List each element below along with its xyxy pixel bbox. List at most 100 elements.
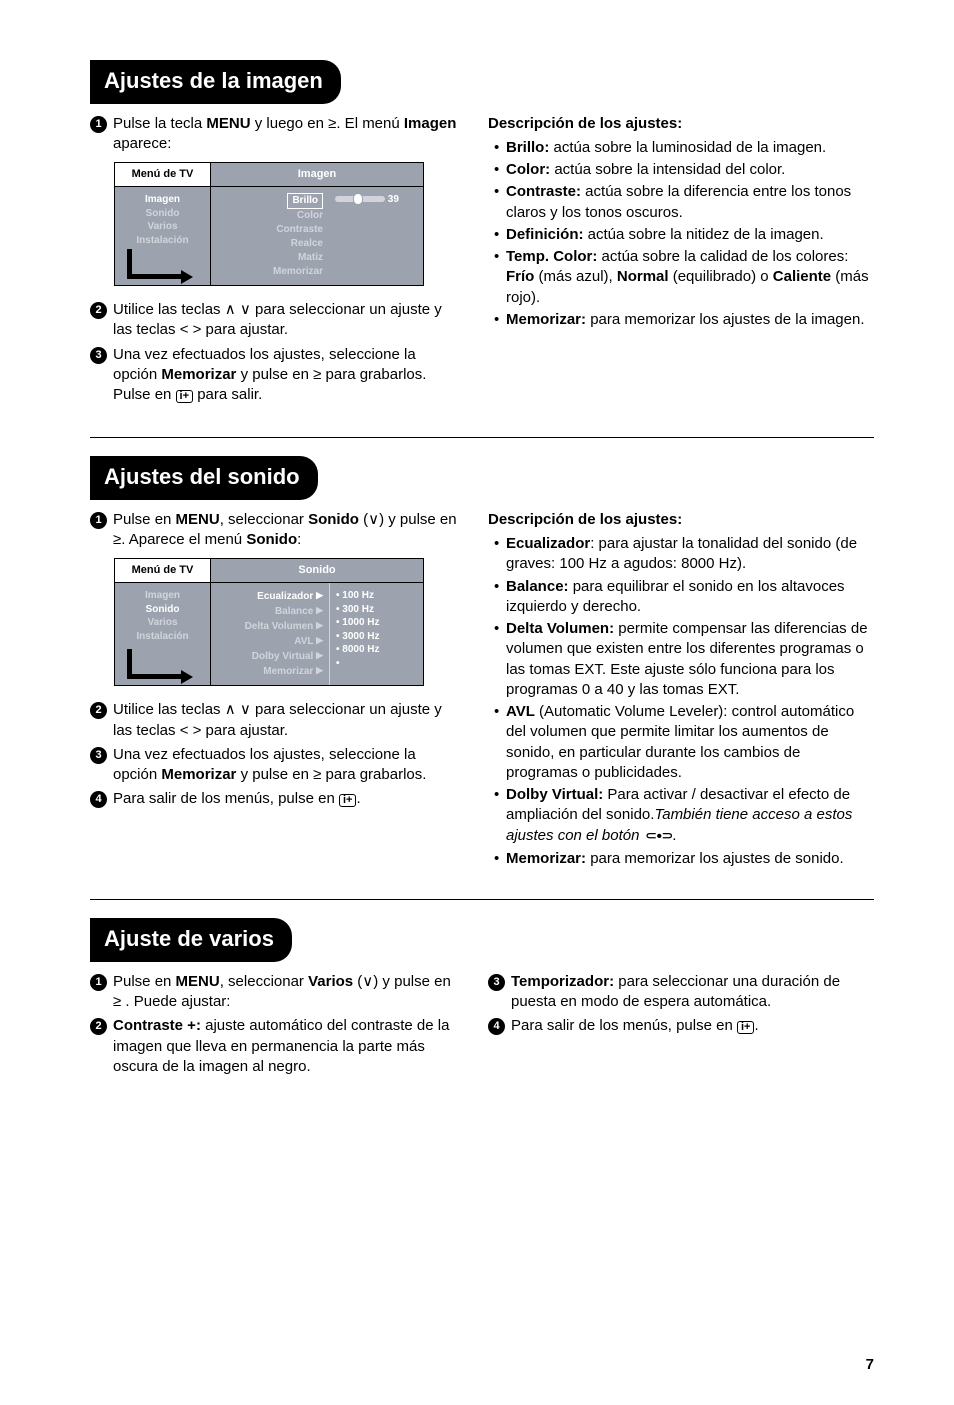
osd-head-left: Menú de TV [115, 559, 211, 582]
desc-heading: Descripción de los ajustes: [488, 114, 874, 134]
osd-item: Memorizar [263, 666, 313, 677]
text: . [754, 1017, 758, 1034]
list-item: Balance: para equilibrar el sonido en lo… [506, 577, 874, 618]
step-number-1: 1 [90, 512, 107, 529]
osd-value: 3000 Hz [342, 631, 379, 642]
osd-value: 39 [388, 194, 399, 205]
osd-left-col: Imagen Sonido Varios Instalación [115, 187, 211, 285]
section-title-sonido: Ajustes del sonido [90, 456, 318, 500]
text: Utilice las teclas ∧ ∨ para seleccionar … [113, 300, 460, 341]
step-number-2: 2 [90, 1018, 107, 1035]
text: Pulse en [113, 973, 176, 990]
text: , seleccionar [220, 973, 308, 990]
osd-right-labels: Ecualizador ▶ Balance ▶ Delta Volumen ▶ … [211, 583, 329, 685]
sonido-label: Sonido [246, 531, 297, 548]
text: aparece: [113, 135, 171, 152]
page-number: 7 [866, 1355, 874, 1375]
varios-step-4: 4 Para salir de los menús, pulse en i+. [488, 1016, 874, 1036]
osd-head-left: Menú de TV [115, 163, 211, 186]
osd-value: 1000 Hz [342, 617, 379, 628]
divider [90, 899, 874, 900]
step-number-3: 3 [488, 974, 505, 991]
text: , seleccionar [220, 511, 308, 528]
iplus-icon: i+ [737, 1021, 754, 1034]
memorizar-label: Memorizar [161, 366, 236, 383]
list-item: AVL (Automatic Volume Leveler): control … [506, 702, 874, 783]
text: . [356, 790, 360, 807]
osd-right-labels: Brillo Color Contraste Realce Matiz Memo… [211, 187, 329, 285]
osd-value: 300 Hz [342, 604, 374, 615]
osd-item: Ecualizador [257, 591, 313, 602]
imagen-step-1: 1 Pulse la tecla MENU y luego en ≥. El m… [90, 114, 460, 155]
section-title-imagen: Ajustes de la imagen [90, 60, 341, 104]
text: Para salir de los menús, pulse en [113, 790, 339, 807]
list-item: Dolby Virtual: Para activar / desactivar… [506, 785, 874, 847]
osd-value: 8000 Hz [342, 644, 379, 655]
text: y pulse en ≥ para grabarlos. [236, 766, 426, 783]
osd-left-col: Imagen Sonido Varios Instalación [115, 583, 211, 685]
sonido-step-1: 1 Pulse en MENU, seleccionar Sonido (∨) … [90, 510, 460, 551]
section-title-varios: Ajuste de varios [90, 918, 292, 962]
step-number-4: 4 [488, 1018, 505, 1035]
step-number-3: 3 [90, 347, 107, 364]
list-item: Memorizar: para memorizar los ajustes de… [506, 849, 874, 869]
step-number-2: 2 [90, 702, 107, 719]
desc-list: Ecualizador: para ajustar la tonalidad d… [488, 534, 874, 869]
text: Pulse la tecla [113, 115, 206, 132]
iplus-icon: i+ [176, 390, 193, 403]
menu-label: MENU [206, 115, 250, 132]
text: y luego en ≥. El menú [251, 115, 404, 132]
osd-head-right: Imagen [211, 163, 423, 186]
list-item: Temp. Color: actúa sobre la calidad de l… [506, 247, 874, 308]
varios-step-3: 3 Temporizador: para seleccionar una dur… [488, 972, 874, 1013]
osd-item: Brillo [287, 193, 323, 209]
step-number-4: 4 [90, 791, 107, 808]
osd-item: Sonido [121, 603, 204, 617]
step-number-1: 1 [90, 116, 107, 133]
osd-imagen: Menú de TV Imagen Imagen Sonido Varios I… [114, 162, 424, 286]
osd-item: Contraste [217, 223, 323, 237]
osd-item: Imagen [121, 589, 204, 603]
sonido-step-4: 4 Para salir de los menús, pulse en i+. [90, 789, 460, 809]
sonido-step-2: 2 Utilice las teclas ∧ ∨ para selecciona… [90, 700, 460, 741]
surround-icon: ⸦•⸧ [644, 827, 673, 847]
contraste-label: Contraste +: [113, 1017, 201, 1034]
osd-right-values: 39 [329, 187, 423, 285]
list-item: Ecualizador: para ajustar la tonalidad d… [506, 534, 874, 575]
arrow-icon [127, 249, 183, 279]
osd-sonido: Menú de TV Sonido Imagen Sonido Varios I… [114, 558, 424, 686]
sonido-step-3: 3 Una vez efectuados los ajustes, selecc… [90, 745, 460, 786]
list-item: Memorizar: para memorizar los ajustes de… [506, 310, 874, 330]
menu-label: MENU [176, 511, 220, 528]
osd-item: Color [217, 209, 323, 223]
osd-item: Sonido [121, 207, 204, 221]
list-item: Definición: actúa sobre la nitidez de la… [506, 225, 874, 245]
osd-item: Varios [121, 220, 204, 234]
sonido-label: Sonido [308, 511, 359, 528]
slider-icon [335, 196, 385, 202]
osd-item: Realce [217, 237, 323, 251]
varios-label: Varios [308, 973, 353, 990]
step-number-1: 1 [90, 974, 107, 991]
list-item: Contraste: actúa sobre la diferencia ent… [506, 182, 874, 223]
memorizar-label: Memorizar [161, 766, 236, 783]
osd-item: AVL [294, 636, 313, 647]
divider [90, 437, 874, 438]
imagen-step-3: 3 Una vez efectuados los ajustes, selecc… [90, 345, 460, 406]
osd-item: Varios [121, 616, 204, 630]
desc-heading: Descripción de los ajustes: [488, 510, 874, 530]
imagen-step-2: 2 Utilice las teclas ∧ ∨ para selecciona… [90, 300, 460, 341]
list-item: Color: actúa sobre la intensidad del col… [506, 160, 874, 180]
osd-value: 100 Hz [342, 590, 374, 601]
step-number-3: 3 [90, 747, 107, 764]
osd-item: Delta Volumen [245, 621, 314, 632]
list-item: Delta Volumen: permite compensar las dif… [506, 619, 874, 700]
osd-head-right: Sonido [211, 559, 423, 582]
text: Utilice las teclas ∧ ∨ para seleccionar … [113, 700, 460, 741]
step-number-2: 2 [90, 302, 107, 319]
list-item: Brillo: actúa sobre la luminosidad de la… [506, 138, 874, 158]
menu-label: MENU [176, 973, 220, 990]
text: Pulse en [113, 511, 176, 528]
osd-item: Instalación [121, 630, 204, 644]
osd-item: Balance [275, 606, 313, 617]
